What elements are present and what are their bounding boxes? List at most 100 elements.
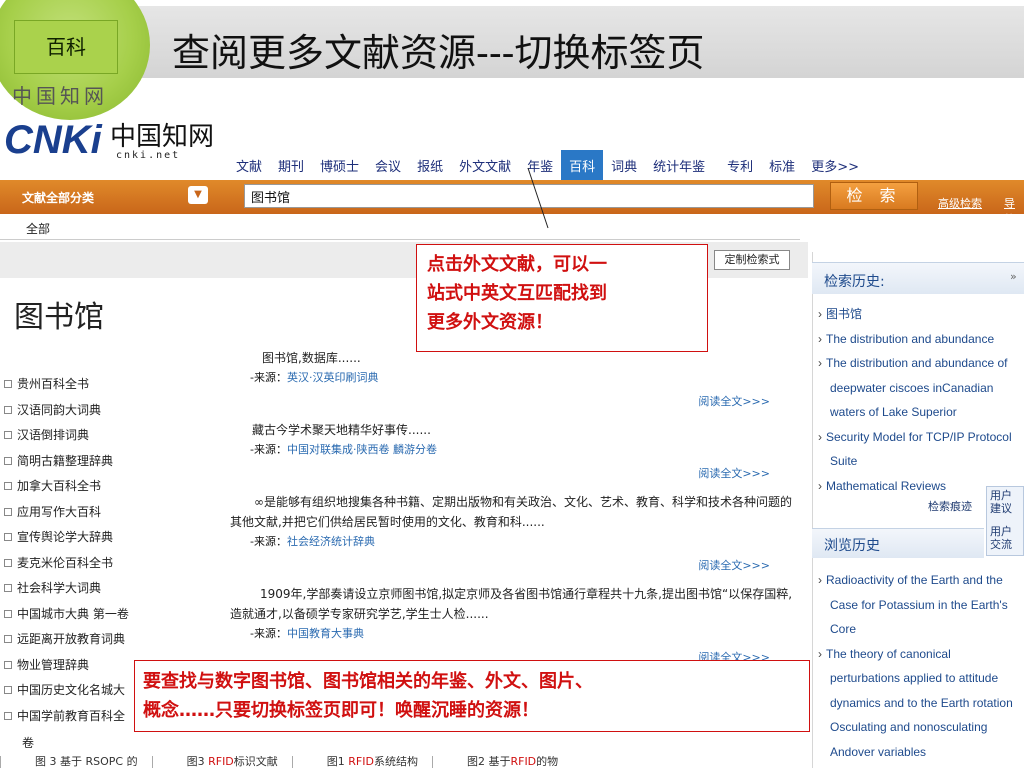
history-item[interactable]: perturbations applied to attitude: [818, 666, 1024, 691]
reference-book-item[interactable]: 汉语倒排词典: [4, 423, 236, 449]
nav-tab[interactable]: 文献: [228, 150, 270, 180]
history-item[interactable]: › 图书馆: [818, 302, 1024, 327]
history-item-text: waters of Lake Superior: [830, 405, 957, 419]
read-full-text-link[interactable]: 阅读全文>>>: [230, 392, 800, 412]
reference-book-tail: 卷: [22, 736, 35, 750]
nav-tab[interactable]: 外文文献: [451, 150, 519, 180]
search-input[interactable]: [244, 184, 814, 208]
taskbar-tab[interactable]: 图1 RFID系统结构: [291, 756, 432, 768]
chevron-right-icon: ›: [818, 646, 822, 661]
nav-tab[interactable]: 词典: [603, 150, 645, 180]
result-snippet[interactable]: 藏古今学术聚天地精华好事传......: [230, 420, 800, 440]
checkbox-icon: [4, 558, 12, 567]
history-item-text: dynamics and to the Earth rotation: [830, 695, 1013, 710]
result-item: 藏古今学术聚天地精华好事传...... -来源：中国对联集成·陕西卷 麟游分卷 阅读…: [230, 420, 800, 484]
nav-tab[interactable]: 期刊: [270, 150, 312, 180]
reference-book-item[interactable]: 简明古籍整理辞典: [4, 449, 236, 475]
history-item-text: Mathematical Reviews: [826, 478, 947, 493]
result-source-link[interactable]: 中国教育大事典: [287, 627, 364, 640]
reference-book-item[interactable]: 汉语同韵大词典: [4, 398, 236, 424]
history-item-text: Radioactivity of the Earth and the: [826, 573, 1003, 587]
checkbox-icon: [4, 380, 12, 388]
taskbar-tab-text: 图3: [186, 756, 209, 768]
taskbar-tab[interactable]: 图 3 基于 RSOPC 的: [0, 756, 152, 768]
history-item-text: Security Model for TCP/IP Protocol: [826, 429, 1012, 444]
breadcrumb-all[interactable]: 全部: [26, 220, 50, 237]
nav-tab[interactable]: 年鉴: [519, 150, 561, 180]
read-full-text-link[interactable]: 阅读全文>>>: [230, 556, 800, 576]
search-trail-link[interactable]: 检索痕迹: [928, 498, 972, 514]
feedback-suggest-label[interactable]: 用户: [990, 489, 1012, 502]
history-item[interactable]: › Security Model for TCP/IP Protocol: [818, 425, 1024, 450]
reference-book-label: 应用写作大百科: [17, 504, 102, 519]
result-source-label: -来源：: [250, 627, 287, 640]
history-item[interactable]: › The distribution and abundance of: [818, 351, 1024, 376]
reference-book-item[interactable]: 社会科学大词典: [4, 576, 236, 602]
checkbox-icon: [4, 456, 12, 465]
nav-tab[interactable]: 统计年鉴: [645, 150, 713, 180]
reference-book-item[interactable]: 加拿大百科全书: [4, 474, 236, 500]
navigation-link[interactable]: 导航: [1004, 195, 1024, 227]
history-item[interactable]: Suite: [818, 449, 1024, 474]
reference-book-item[interactable]: 贵州百科全书: [4, 372, 236, 398]
history-item[interactable]: waters of Lake Superior: [818, 400, 1024, 425]
history-item-text: The distribution and abundance of: [826, 356, 1008, 370]
nav-tab[interactable]: 专利: [719, 150, 761, 180]
advanced-search-link[interactable]: 高级检索: [938, 195, 982, 211]
result-source-link[interactable]: 英汉·汉英印刷词典: [287, 371, 379, 384]
nav-tab[interactable]: 报纸: [409, 150, 451, 180]
reference-book-item[interactable]: 麦克米伦百科全书: [4, 551, 236, 577]
reference-book-item[interactable]: 应用写作大百科: [4, 500, 236, 526]
result-snippet[interactable]: ∞是能够有组织地搜集各种书籍、定期出版物和有关政治、文化、艺术、教育、科学和技术…: [230, 492, 800, 532]
chevron-right-icon: ›: [818, 356, 822, 370]
taskbar-tab-text: 的物: [536, 756, 559, 768]
taskbar-tab-text: 图2 基于: [466, 756, 511, 768]
reference-book-label: 贵州百科全书: [17, 377, 90, 391]
history-item[interactable]: Case for Potassium in the Earth's: [818, 593, 1024, 618]
search-button[interactable]: 检 索: [830, 182, 918, 210]
history-item[interactable]: Andover variables: [818, 740, 1024, 765]
collapse-icon[interactable]: »: [1010, 270, 1017, 283]
nav-tab[interactable]: 标准: [761, 150, 803, 180]
feedback-suggest-label-2[interactable]: 建议: [990, 502, 1012, 515]
nav-tab[interactable]: 博硕士: [312, 150, 367, 180]
chevron-right-icon: ›: [818, 307, 822, 321]
chevron-down-icon[interactable]: ▼: [188, 186, 208, 204]
history-item-text: Suite: [830, 454, 858, 468]
reference-book-label: 物业管理辞典: [17, 657, 90, 672]
taskbar-tab[interactable]: 图3 RFID标识文献: [151, 756, 292, 768]
taskbar-tab-text: 系统结构: [373, 756, 418, 768]
history-item[interactable]: deepwater ciscoes inCanadian: [818, 376, 1024, 401]
history-item[interactable]: Osculating and nonosculating: [818, 715, 1024, 740]
reference-book-item[interactable]: 远距离开放教育词典: [4, 627, 236, 653]
history-item[interactable]: Core: [818, 617, 1024, 642]
nav-tab[interactable]: 更多>>: [803, 150, 867, 180]
checkbox-icon: [4, 686, 12, 694]
search-history-header: 检索历史:: [812, 262, 1024, 294]
nav-tab[interactable]: 会议: [367, 150, 409, 180]
reference-book-label: 中国城市大典 第一卷: [17, 606, 129, 621]
result-source: -来源：英汉·汉英印刷词典: [230, 368, 800, 388]
read-full-text-link[interactable]: 阅读全文>>>: [230, 464, 800, 484]
result-source-link[interactable]: 社会经济统计辞典: [287, 535, 375, 548]
history-item[interactable]: › Radioactivity of the Earth and the: [818, 568, 1024, 593]
reference-book-item[interactable]: 宣传舆论学大辞典: [4, 525, 236, 551]
reference-book-item[interactable]: 中国城市大典 第一卷: [4, 602, 236, 628]
history-item-text: perturbations applied to attitude: [830, 671, 999, 685]
cnki-logo[interactable]: CNKi 中国知网 cnki.net: [4, 116, 219, 172]
result-source-label: -来源：: [250, 535, 287, 548]
browse-history-title: 浏览历史: [824, 538, 880, 554]
nav-tab[interactable]: 百科: [561, 150, 604, 180]
feedback-exchange-label-2[interactable]: 交流: [990, 538, 1012, 551]
result-source-link[interactable]: 中国对联集成·陕西卷 麟游分卷: [287, 443, 437, 456]
result-source-label: -来源：: [250, 371, 287, 384]
result-snippet[interactable]: 1909年,学部奏请设立京师图书馆,拟定京师及各省图书馆通行章程共十九条,提出图…: [230, 584, 800, 624]
history-item[interactable]: › The distribution and abundance: [818, 327, 1024, 352]
history-item[interactable]: › The theory of canonical: [818, 642, 1024, 667]
feedback-exchange-label[interactable]: 用户: [990, 525, 1012, 538]
taskbar-tab-text: RFID: [348, 756, 374, 768]
taskbar-tab[interactable]: 图2 基于RFID的物: [431, 756, 572, 768]
reference-book-label: 汉语倒排词典: [17, 428, 90, 442]
custom-search-format-button[interactable]: 定制检索式: [714, 250, 790, 270]
history-item[interactable]: dynamics and to the Earth rotation: [818, 691, 1024, 716]
